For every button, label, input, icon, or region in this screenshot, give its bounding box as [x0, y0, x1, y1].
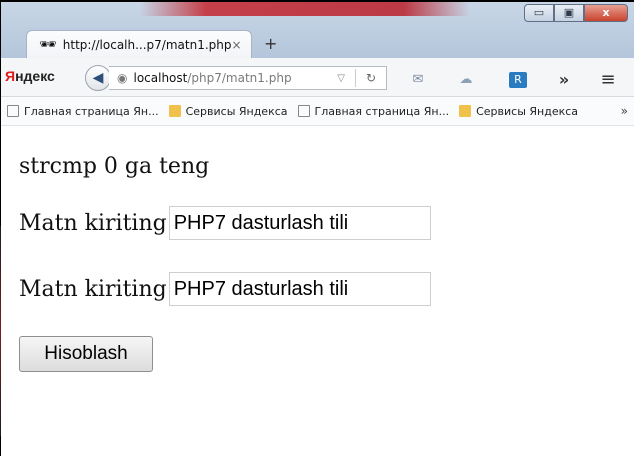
new-tab-button[interactable]: + [264, 34, 277, 53]
bookmarks-bar: Главная страница Ян... Сервисы Яндекса Г… [1, 97, 634, 126]
submit-button[interactable]: Hisoblash [19, 336, 153, 372]
maximize-button[interactable]: ▣ [554, 4, 584, 22]
form-row-2: Matn kiriting [19, 272, 431, 306]
tab-close-icon[interactable]: × [232, 38, 242, 52]
minimize-button[interactable]: ▭ [524, 4, 554, 22]
page-content: strcmp 0 ga teng Matn kiriting Matn kiri… [1, 126, 634, 456]
mail-icon[interactable]: ✉ [409, 72, 427, 88]
more-tools-icon[interactable]: » [555, 72, 573, 88]
bookmark-label: Сервисы Яндекса [476, 104, 579, 118]
result-message: strcmp 0 ga teng [19, 154, 210, 179]
field2-label: Matn kiriting [19, 276, 167, 302]
bookmark-label: Сервисы Яндекса [185, 104, 288, 118]
text-input-2[interactable] [168, 272, 431, 306]
tab-title: http://localh...p7/matn1.php [62, 37, 232, 52]
field1-label: Matn kiriting [19, 210, 167, 236]
yandex-bar-icon[interactable]: R [509, 72, 527, 88]
address-bar[interactable]: ◉ localhost/php7/matn1.php ▽ ↻ [109, 66, 387, 90]
incognito-icon: 🕶 [39, 36, 57, 53]
url-host: localhost [133, 71, 188, 85]
bookmark-item[interactable]: Главная страница Ян... [7, 105, 159, 118]
brand-rest: ндекс [15, 68, 55, 84]
bookmark-label: Главная страница Ян... [314, 104, 450, 118]
weather-icon[interactable]: ☁ [457, 72, 475, 88]
bookmarks-overflow-button[interactable]: » [621, 104, 628, 118]
form-row-1: Matn kiriting [19, 206, 431, 240]
yandex-logo[interactable]: Яндекс [5, 68, 55, 84]
window-controls: ▭ ▣ x [524, 4, 628, 22]
text-input-1[interactable] [168, 206, 431, 240]
folder-icon [168, 105, 181, 117]
reload-icon[interactable]: ↻ [366, 71, 376, 85]
menu-icon[interactable]: ≡ [599, 71, 617, 89]
desktop-background-strip [140, 2, 470, 16]
close-window-button[interactable]: x [584, 4, 628, 22]
page-icon [297, 105, 310, 117]
bookmark-folder[interactable]: Сервисы Яндекса [459, 105, 578, 118]
bookmark-item[interactable]: Главная страница Ян... [297, 104, 450, 118]
globe-icon: ◉ [117, 71, 128, 85]
url-dropdown-icon[interactable]: ▽ [337, 73, 345, 84]
bookmark-label: Главная страница Ян... [24, 104, 159, 118]
folder-icon [459, 105, 472, 117]
navigation-bar: Яндекс ◀ ◉ localhost/php7/matn1.php ▽ ↻ … [1, 58, 634, 97]
brand-letter: Я [5, 68, 16, 84]
divider [354, 69, 356, 87]
bookmark-folder[interactable]: Сервисы Яндекса [168, 104, 288, 118]
browser-tab[interactable]: 🕶 http://localh...p7/matn1.php × [26, 30, 252, 58]
page-icon [7, 105, 19, 117]
back-button[interactable]: ◀ [85, 65, 111, 91]
url-path: /php7/matn1.php [187, 71, 292, 85]
